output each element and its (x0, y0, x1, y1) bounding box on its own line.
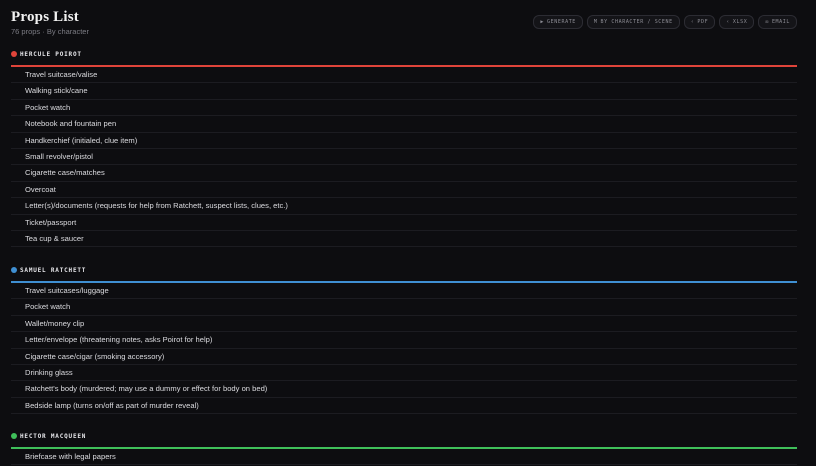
character-name: HECTOR MACQUEEN (20, 433, 87, 440)
toolbar-button-label: PDF (697, 19, 709, 25)
prop-item[interactable]: Letter(s)/documents (requests for help f… (11, 198, 797, 215)
props-list-page: Props List 76 props · By character ▶ GENE… (11, 0, 797, 466)
props-list: Travel suitcase/valise Walking stick/cane… (11, 67, 797, 248)
character-color-dot (11, 433, 17, 439)
toolbar-button-label: BY CHARACTER / SCENE (600, 19, 673, 25)
prop-item[interactable]: Notebook and fountain pen (11, 116, 797, 133)
prop-item[interactable]: Pocket watch (11, 299, 797, 316)
prop-item[interactable]: Bedside lamp (turns on/off as part of mu… (11, 398, 797, 415)
email-button[interactable]: ✉ EMAIL (758, 15, 797, 29)
pdf-export-button[interactable]: ‹ PDF (683, 15, 716, 29)
character-name: HERCULE POIROT (20, 51, 82, 58)
email-icon: ✉ (765, 19, 769, 25)
prop-item[interactable]: Cigarette case/cigar (smoking accessory) (11, 349, 797, 365)
toolbar-button-label: GENERATE (547, 19, 576, 25)
xlsx-export-button[interactable]: ‹ XLSX (719, 15, 755, 29)
prop-item[interactable]: Letter/envelope (threatening notes, asks… (11, 332, 797, 349)
prop-item[interactable]: Tea cup & saucer (11, 231, 797, 248)
character-name: SAMUEL RATCHETT (20, 267, 87, 274)
toolbar-button-label: XLSX (732, 19, 748, 25)
character-header[interactable]: HECTOR MACQUEEN (11, 430, 797, 447)
prop-item[interactable]: Ticket/passport (11, 215, 797, 231)
character-section: HERCULE POIROT Travel suitcase/valise Walk… (11, 48, 797, 248)
prop-item[interactable]: Travel suitcases/luggage (11, 283, 797, 300)
view-toggle-icon: µ (593, 19, 598, 25)
character-section: HECTOR MACQUEEN Briefcase with legal pape… (11, 430, 797, 466)
prop-item[interactable]: Walking stick/cane (11, 83, 797, 100)
character-header[interactable]: HERCULE POIROT (11, 48, 797, 65)
generate-button[interactable]: ▶ GENERATE (533, 15, 583, 29)
prop-item[interactable]: Cigarette case/matches (11, 165, 797, 182)
character-header[interactable]: SAMUEL RATCHETT (11, 264, 797, 281)
character-color-dot (11, 51, 17, 57)
xlsx-icon: ‹ (726, 19, 730, 25)
view-mode-button[interactable]: µ BY CHARACTER / SCENE (586, 15, 680, 29)
page-subtitle: 76 props · By character (11, 27, 89, 36)
prop-item[interactable]: Pocket watch (11, 100, 797, 117)
prop-item[interactable]: Overcoat (11, 182, 797, 199)
toolbar: ▶ GENERATE µ BY CHARACTER / SCENE ‹ PDF ‹ XLSX ✉… (533, 15, 797, 29)
page-title: Props List (11, 9, 79, 25)
prop-item[interactable]: Wallet/money clip (11, 316, 797, 333)
prop-item[interactable]: Small revolver/pistol (11, 149, 797, 166)
props-list: Briefcase with legal papers (11, 449, 797, 466)
prop-item[interactable]: Ratchett's body (murdered; may use a dum… (11, 381, 797, 398)
character-section: SAMUEL RATCHETT Travel suitcases/luggage P… (11, 264, 797, 415)
toolbar-button-label: EMAIL (771, 19, 790, 25)
props-list: Travel suitcases/luggage Pocket watch Wall… (11, 283, 797, 415)
character-color-dot (11, 267, 17, 273)
prop-item[interactable]: Travel suitcase/valise (11, 67, 797, 84)
page-header: Props List 76 props · By character ▶ GENE… (11, 0, 797, 44)
prop-item[interactable]: Briefcase with legal papers (11, 449, 797, 466)
prop-item[interactable]: Handkerchief (initialed, clue item) (11, 133, 797, 149)
prop-item[interactable]: Drinking glass (11, 365, 797, 382)
pdf-icon: ‹ (690, 19, 695, 25)
play-icon: ▶ (540, 19, 545, 25)
